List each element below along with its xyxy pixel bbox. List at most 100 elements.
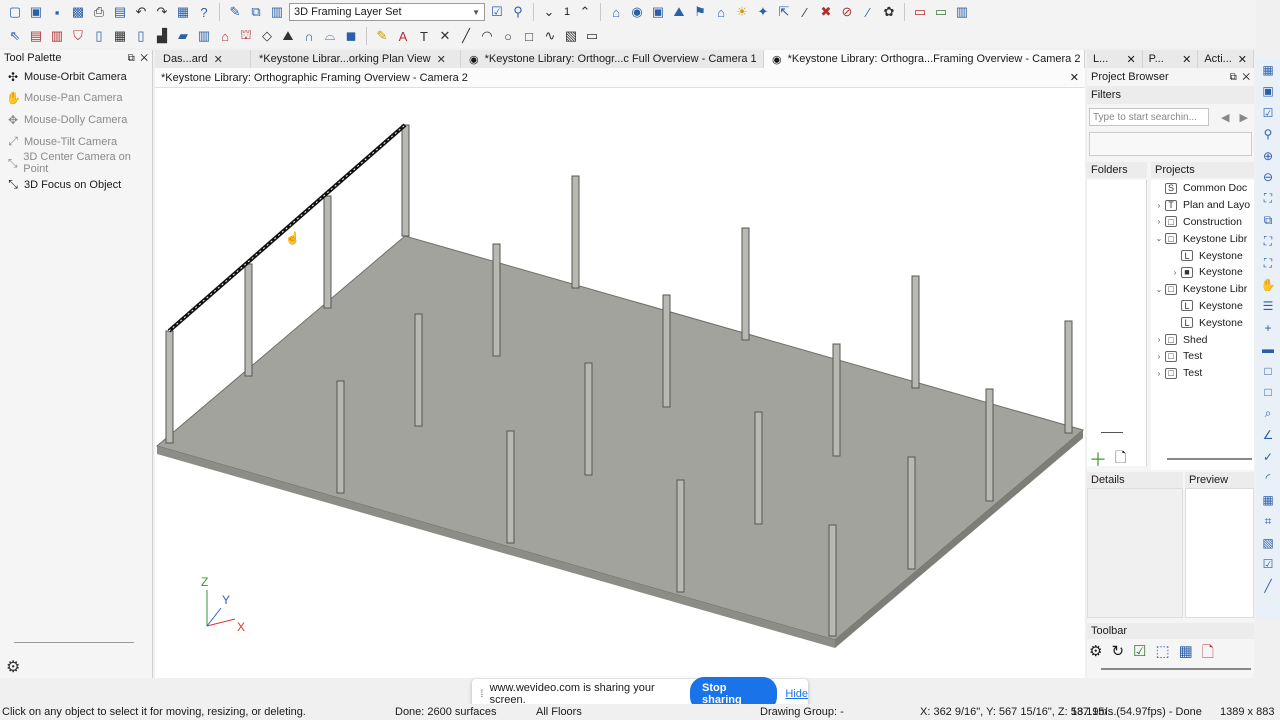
- expand-chevron-icon[interactable]: ›: [1169, 268, 1181, 277]
- gear-icon[interactable]: ⚙: [1089, 642, 1102, 667]
- tree-item[interactable]: › ■ Keystone: [1151, 264, 1254, 281]
- framing-post[interactable]: [492, 243, 501, 357]
- settings-icon[interactable]: ✿: [880, 3, 898, 21]
- arc-icon[interactable]: ◠: [478, 27, 496, 45]
- reference-icon[interactable]: ⧉: [1259, 211, 1277, 231]
- framing-post[interactable]: [244, 263, 253, 377]
- add-folder-icon[interactable]: ＋: [1089, 446, 1107, 472]
- float-icon[interactable]: ⧉: [128, 53, 135, 64]
- new-layout-icon[interactable]: ▣: [27, 3, 45, 21]
- palette-item-pan[interactable]: ✋ Mouse-Pan Camera: [0, 88, 152, 110]
- print-icon[interactable]: ⎙: [90, 3, 108, 21]
- wall-tool-icon[interactable]: ▤: [27, 27, 45, 45]
- redo-icon[interactable]: ↷: [153, 3, 171, 21]
- tree-item[interactable]: S Common Doc: [1151, 180, 1254, 197]
- layers-icon[interactable]: ☰: [1259, 297, 1277, 317]
- hide-link[interactable]: Hide: [785, 688, 808, 700]
- text-icon[interactable]: T: [415, 27, 433, 45]
- palette-item-center-camera[interactable]: ⤡ 3D Center Camera on Point: [0, 151, 152, 175]
- tile-window-icon[interactable]: ▭: [932, 3, 950, 21]
- tab-library[interactable]: L... ✕: [1087, 50, 1143, 68]
- palette-item-orbit[interactable]: ✣ Mouse-Orbit Camera: [0, 66, 152, 88]
- close-icon[interactable]: ✕: [140, 53, 148, 64]
- framing-post[interactable]: [828, 524, 837, 637]
- layer-set-select[interactable]: 3D Framing Layer Set ▼: [289, 3, 485, 21]
- new-doc-icon[interactable]: 🗋: [1202, 642, 1214, 667]
- expand-chevron-icon[interactable]: ›: [1153, 201, 1165, 210]
- tab-camera-2[interactable]: ◉ *Keystone Library: Orthogra...Framing …: [764, 50, 1085, 68]
- render-icon[interactable]: ⇱: [775, 3, 793, 21]
- folders-scroll-handle[interactable]: [1101, 432, 1123, 433]
- undo-icon[interactable]: ↶: [132, 3, 150, 21]
- cabinet-icon[interactable]: ▯: [90, 27, 108, 45]
- house-roof-icon[interactable]: ⌂: [216, 27, 234, 45]
- edit-box-icon[interactable]: ▣: [1259, 82, 1277, 102]
- select-icon[interactable]: ⬚: [1155, 642, 1169, 667]
- lights-icon[interactable]: ✦: [754, 3, 772, 21]
- tree-item[interactable]: › □ Construction: [1151, 214, 1254, 231]
- framing-post[interactable]: [911, 275, 920, 389]
- framing-post[interactable]: [414, 313, 423, 427]
- palette-item-tilt[interactable]: ⤢ Mouse-Tilt Camera: [0, 131, 152, 153]
- adjust-material-icon[interactable]: ⊘: [838, 3, 856, 21]
- snap-icon[interactable]: ⌗: [1259, 512, 1277, 532]
- framing-post[interactable]: [323, 195, 332, 309]
- save-icon[interactable]: ▪: [48, 3, 66, 21]
- rectangle-icon[interactable]: □: [520, 27, 538, 45]
- tree-item[interactable]: › □ Test: [1151, 348, 1254, 365]
- picture-icon[interactable]: ▧: [562, 27, 580, 45]
- zoom-icon[interactable]: ⚲: [1259, 125, 1277, 145]
- hatch-icon[interactable]: ▧: [1259, 533, 1277, 553]
- drag-handle-icon[interactable]: ⁞⁞: [480, 689, 483, 700]
- projects-tree[interactable]: S Common Doc › T Plan and Layo › □ Construction…: [1151, 180, 1254, 470]
- spline-icon[interactable]: ∿: [541, 27, 559, 45]
- expand-chevron-icon[interactable]: ⌄: [1153, 285, 1165, 294]
- palette-item-focus-object[interactable]: ⤡ 3D Focus on Object: [0, 174, 152, 196]
- layout-box-icon[interactable]: ▦: [1259, 60, 1277, 80]
- tree-item[interactable]: L Keystone: [1151, 298, 1254, 315]
- building-icon[interactable]: ▥: [195, 27, 213, 45]
- export-icon[interactable]: ▤: [111, 3, 129, 21]
- save-as-icon[interactable]: ▩: [69, 3, 87, 21]
- tab-project[interactable]: P... ✕: [1143, 50, 1199, 68]
- tree-item[interactable]: › T Plan and Layo: [1151, 197, 1254, 214]
- tree-item[interactable]: › □ Shed: [1151, 331, 1254, 348]
- edit-layer-icon[interactable]: ✎: [226, 3, 244, 21]
- floor-camera-icon[interactable]: ▣: [649, 3, 667, 21]
- close-icon[interactable]: ✕: [437, 53, 446, 66]
- magnify-icon[interactable]: ⌕: [1259, 404, 1277, 424]
- expand-chevron-icon[interactable]: ›: [1153, 369, 1165, 378]
- cascade-window-icon[interactable]: ▥: [953, 3, 971, 21]
- angle-icon[interactable]: ∠: [1259, 426, 1277, 446]
- terrain-icon[interactable]: ⛰: [279, 27, 297, 45]
- room-icon[interactable]: ⛉: [69, 27, 87, 45]
- color-icon[interactable]: ▬: [1259, 340, 1277, 360]
- roof-icon[interactable]: ▰: [174, 27, 192, 45]
- framing-post[interactable]: [676, 479, 685, 593]
- checklist-icon[interactable]: ☑: [1133, 642, 1146, 667]
- tree-item[interactable]: › □ Test: [1151, 365, 1254, 382]
- refresh-icon[interactable]: ↻: [1111, 642, 1124, 667]
- gear-icon[interactable]: ⚙: [6, 657, 20, 677]
- preferences-icon[interactable]: ▦: [1179, 642, 1193, 667]
- shape-icon[interactable]: ⌓: [321, 27, 339, 45]
- close-icon[interactable]: ✕: [1070, 71, 1079, 84]
- expand-chevron-icon[interactable]: ›: [1153, 217, 1165, 226]
- framing-post[interactable]: [401, 124, 410, 237]
- zoom-extents-icon[interactable]: ⛶: [1259, 232, 1277, 252]
- framing-post[interactable]: [571, 175, 580, 289]
- house-icon[interactable]: ⌂: [607, 3, 625, 21]
- framing-post[interactable]: [165, 330, 174, 444]
- grid-icon[interactable]: ▦: [1259, 490, 1277, 510]
- tree-item[interactable]: ⌄ □ Keystone Libr: [1151, 230, 1254, 247]
- close-icon[interactable]: ✕: [1182, 53, 1191, 66]
- cad-block-icon[interactable]: ▭: [583, 27, 601, 45]
- brush-icon[interactable]: ⁄: [859, 3, 877, 21]
- layer-display-icon[interactable]: ▥: [268, 3, 286, 21]
- search-input[interactable]: Type to start searchin...: [1089, 108, 1209, 126]
- pan-hand-icon[interactable]: ✋: [1259, 275, 1277, 295]
- window-tool-icon[interactable]: ▦: [111, 27, 129, 45]
- fill-window-icon[interactable]: ⛶: [1259, 189, 1277, 209]
- 3d-viewport[interactable]: ☝ Z Y X: [155, 88, 1085, 678]
- tab-dashboard[interactable]: Das...ard ✕: [155, 50, 251, 68]
